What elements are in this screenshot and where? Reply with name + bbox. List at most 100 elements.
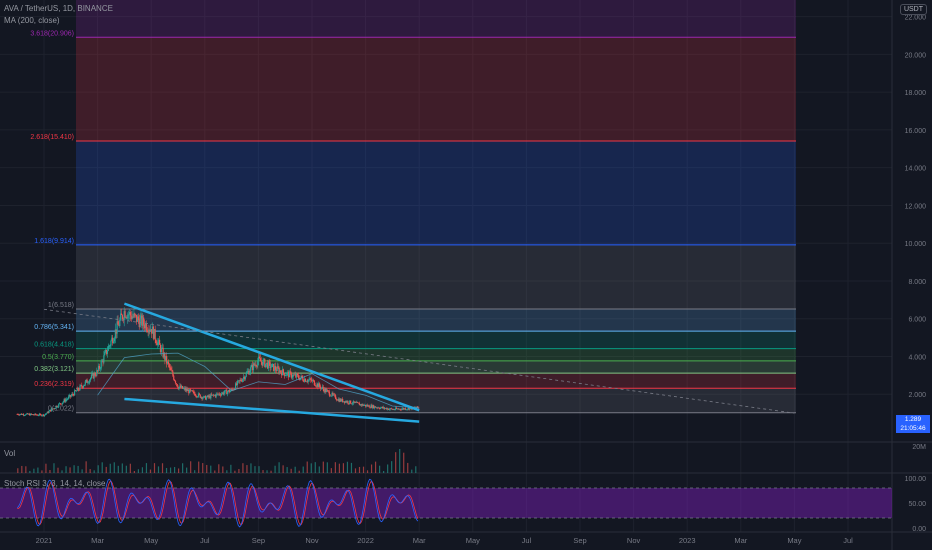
candle-body [176,384,178,387]
candle-body [374,406,376,408]
volume-bar [346,461,349,473]
volume-bar [69,467,71,473]
price-tick-label: 2.000 [908,392,926,399]
volume-bar [294,466,296,473]
time-tick-label: May [787,536,801,545]
volume-tick-label: 20M [912,444,926,451]
candle-body [255,364,257,366]
volume-bar [278,462,280,473]
candle-body [154,329,156,340]
candle-body [155,339,157,344]
candle-body [70,395,72,397]
candle-body [274,366,277,370]
bar-countdown: 21:05:46 [900,425,926,432]
candle-body [113,338,116,342]
currency-badge[interactable]: USDT [899,4,927,15]
candle-body [267,361,269,369]
candle-body [332,392,334,395]
candle-body [335,398,338,400]
volume-bar [101,462,103,473]
volume-bar [318,466,320,473]
price-chart[interactable]: 3.618(20.906) 2.618(15.410) 1.618(9.914) 1(… [0,0,932,550]
candle-body [224,390,226,393]
candle-body [289,371,292,373]
volume-bar [358,466,361,473]
candle-body [268,361,270,363]
volume-bar [342,463,345,473]
volume-bar [407,462,409,473]
candle-body [86,379,88,383]
fib-level-label: 3.618(20.906) [30,30,74,37]
candle-body [178,387,180,389]
time-tick-label: Jul [200,536,210,545]
volume-bar [21,465,23,473]
volume-bar [399,449,401,473]
fib-level-label: 2.618(15.410) [30,134,74,141]
candle-body [45,413,47,415]
volume-bar [286,467,288,473]
candle-body [285,375,287,376]
candle-body [106,350,109,354]
candle-body [58,403,60,407]
volume-bar [395,452,397,473]
symbol-label[interactable]: AVA / TetherUS, 1D, BINANCE [4,4,113,13]
candle-body [88,382,90,384]
volume-bar [222,466,224,473]
candle-body [319,383,321,387]
candle-body [54,408,56,409]
candle-body [256,365,258,367]
candle-body [245,372,247,377]
volume-bar [362,466,365,473]
fib-level-label: 0.5(3.770) [42,354,74,361]
volume-bar [290,468,292,473]
volume-bar [45,463,47,473]
time-tick-label: Mar [91,536,104,545]
volume-bar [314,462,316,473]
candle-body [128,314,130,316]
volume-bar [33,468,35,473]
candle-body [81,385,83,387]
candle-body [219,393,221,395]
fib-level-label: 0.236(2.319) [34,381,74,388]
volume-bar [137,469,139,473]
volume-bar [73,465,75,473]
time-tick-label: Sep [573,536,586,545]
fib-band [76,141,796,245]
volume-bar [198,461,200,473]
candle-body [378,407,380,409]
volume-bar [403,452,405,473]
volume-bar [366,470,369,473]
candle-body [61,402,63,405]
candle-body [347,401,349,404]
volume-bar [153,463,156,473]
candle-body [120,313,123,316]
candle-body [143,317,145,325]
volume-bar [113,462,115,473]
price-tick-label: 6.000 [908,317,926,324]
candle-body [291,377,293,378]
candle-body [250,367,252,372]
candle-body [330,395,332,397]
candle-body [394,409,396,411]
candle-body [396,407,398,409]
candle-body [327,390,330,392]
ma-indicator-label[interactable]: MA (200, close) [4,16,60,25]
fib-band [76,348,796,361]
volume-bar [121,463,123,473]
price-tick-label: 12.000 [905,203,927,210]
volume-bar [77,465,79,473]
time-tick-label: Nov [305,536,319,545]
candle-body [368,405,370,408]
volume-bar [206,464,208,473]
candle-body [297,375,300,379]
volume-bar [173,467,176,473]
candle-body [194,393,196,396]
volume-bar [242,463,244,473]
time-tick-label: Nov [627,536,641,545]
volume-bar [194,470,196,473]
candle-body [119,319,121,327]
candle-body [277,366,279,369]
stoch-rsi-indicator-label[interactable]: Stoch RSI 3, 3, 14, 14, close [4,479,105,488]
candle-body [242,378,244,382]
volume-indicator-label[interactable]: Vol [4,449,15,458]
